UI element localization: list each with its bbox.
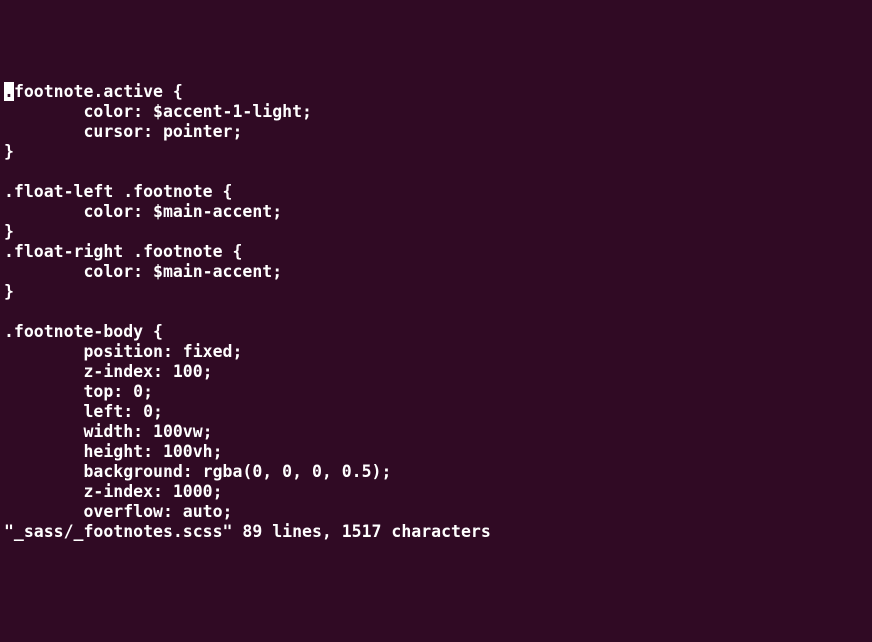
code-line: left: 0;: [4, 402, 163, 421]
code-line: color: $main-accent;: [4, 202, 282, 221]
text-cursor: .: [4, 82, 14, 101]
code-line: .float-right .footnote {: [4, 242, 242, 261]
code-line: .footnote.active {: [4, 82, 183, 101]
terminal-editor[interactable]: .footnote.active { color: $accent-1-ligh…: [4, 82, 868, 542]
line-rest: footnote.active {: [14, 82, 183, 101]
code-line: z-index: 100;: [4, 362, 213, 381]
code-line: .float-left .footnote {: [4, 182, 232, 201]
code-line: width: 100vw;: [4, 422, 213, 441]
code-line: z-index: 1000;: [4, 482, 223, 501]
code-line: position: fixed;: [4, 342, 242, 361]
code-line: color: $main-accent;: [4, 262, 282, 281]
code-line: overflow: auto;: [4, 502, 232, 521]
code-line: }: [4, 142, 14, 161]
code-line: }: [4, 222, 14, 241]
code-line: background: rgba(0, 0, 0, 0.5);: [4, 462, 391, 481]
code-line: .footnote-body {: [4, 322, 163, 341]
code-line: color: $accent-1-light;: [4, 102, 312, 121]
code-line: }: [4, 282, 14, 301]
status-line: "_sass/_footnotes.scss" 89 lines, 1517 c…: [4, 522, 491, 541]
code-line: top: 0;: [4, 382, 153, 401]
code-line: height: 100vh;: [4, 442, 223, 461]
code-line: cursor: pointer;: [4, 122, 242, 141]
